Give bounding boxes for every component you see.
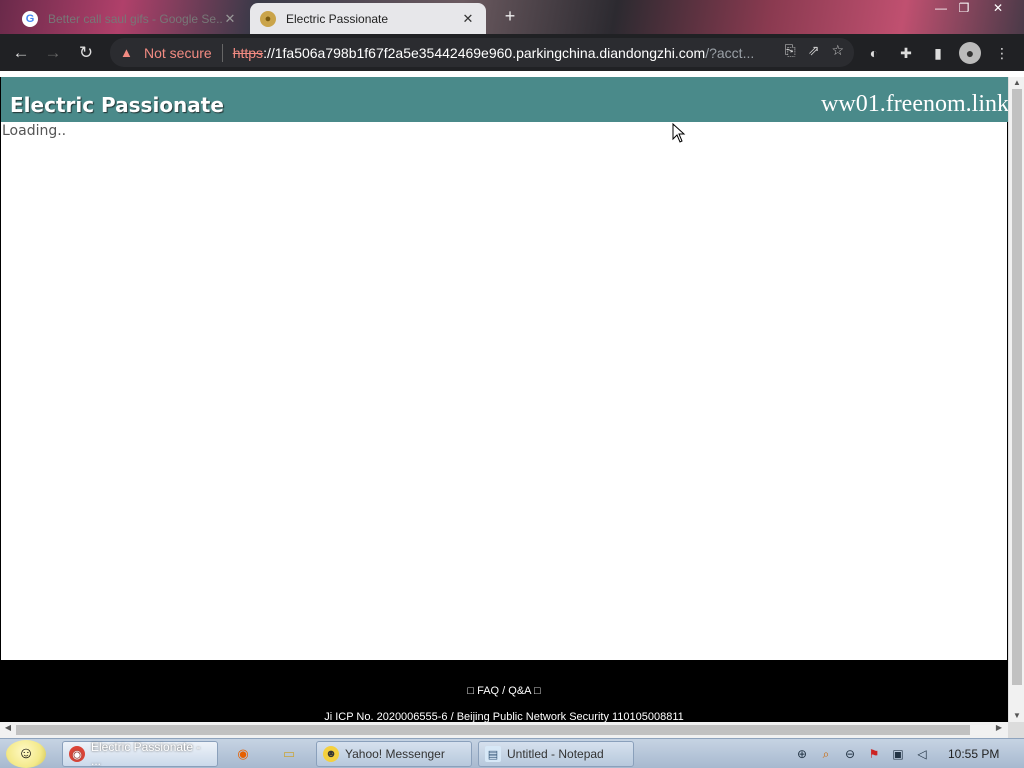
taskbar-item-label: Untitled - Notepad: [507, 747, 604, 761]
restore-icon[interactable]: ❐: [953, 1, 975, 15]
url-path: /?acct...: [705, 44, 755, 61]
close-icon[interactable]: ✕: [222, 11, 238, 27]
address-bar[interactable]: ▲ Not secure https ://1fa506a798b1f67f2a…: [110, 38, 854, 67]
translate-icon[interactable]: ⎘: [785, 42, 796, 59]
page-footer: □ FAQ / Q&A □ Ji ICP No. 2020006555-6 / …: [0, 661, 1008, 724]
site-banner: Electric Passionate ww01.freenom.link: [1, 77, 1009, 122]
tab-google-search[interactable]: G Better call saul gifs - Google Se... ✕: [12, 3, 248, 34]
minimize-icon[interactable]: —: [930, 1, 952, 15]
back-icon[interactable]: ←: [10, 42, 32, 64]
search-magnifier-icon[interactable]: ⌕: [818, 746, 834, 762]
folder-icon[interactable]: ▭: [280, 745, 298, 763]
extensions-puzzle-icon[interactable]: ✚: [895, 42, 917, 64]
profile-avatar-icon[interactable]: ●: [959, 42, 981, 64]
vertical-scrollbar[interactable]: ▲ ▼: [1008, 77, 1024, 724]
taskbar-item-chrome[interactable]: ◉ Electric Passionate - ...: [62, 740, 218, 768]
tab-title: Better call saul gifs - Google Se...: [48, 11, 222, 26]
security-label[interactable]: Not secure: [144, 45, 212, 61]
share-icon[interactable]: ⇗: [808, 42, 820, 59]
url-host: ://1fa506a798b1f67f2a5e35442469e960.park…: [263, 44, 706, 61]
taskbar-item-label: Electric Passionate - ...: [91, 740, 201, 768]
horizontal-scrollbar[interactable]: ◀ ▶: [0, 722, 1008, 738]
clock[interactable]: 10:55 PM: [948, 747, 999, 761]
smiley-icon: ☺: [17, 745, 35, 762]
forward-icon[interactable]: →: [42, 42, 64, 64]
screen: G Better call saul gifs - Google Se... ✕…: [0, 0, 1024, 768]
network-globe-icon[interactable]: ⊕: [794, 746, 810, 762]
minus-circle-icon[interactable]: ⊖: [842, 746, 858, 762]
omnibox-actions: ⎘ ⇗ ☆: [785, 42, 845, 59]
start-button[interactable]: ☺: [6, 740, 46, 768]
warning-icon: ▲: [120, 45, 133, 60]
scroll-up-icon[interactable]: ▲: [1009, 78, 1024, 87]
volume-icon[interactable]: ◁: [914, 746, 930, 762]
menu-kebab-icon[interactable]: ⋮: [991, 42, 1013, 64]
tab-strip: G Better call saul gifs - Google Se... ✕…: [0, 0, 1024, 34]
notepad-icon: ▤: [485, 746, 501, 762]
taskbar-item-yahoo-messenger[interactable]: ☻ Yahoo! Messenger: [316, 741, 472, 767]
tab-title: Electric Passionate: [286, 11, 389, 26]
site-title[interactable]: Electric Passionate: [10, 93, 224, 117]
scrollbar-corner: [1008, 722, 1024, 738]
firefox-icon[interactable]: ◉: [234, 745, 252, 763]
security-alert-icon[interactable]: ⚑: [866, 746, 882, 762]
taskbar-item-notepad[interactable]: ▤ Untitled - Notepad: [478, 741, 634, 767]
extension-flag-icon[interactable]: ◐: [863, 42, 885, 64]
site-domain[interactable]: ww01.freenom.link: [821, 91, 1009, 118]
horizontal-scroll-thumb[interactable]: [16, 725, 970, 735]
taskbar: ☺ ◉ Electric Passionate - ... ◉ ▭ ☻ Yaho…: [0, 738, 1024, 768]
site-favicon-icon: ●: [260, 10, 276, 27]
reload-icon[interactable]: ↻: [75, 42, 97, 64]
page-content: Electric Passionate ww01.freenom.link Lo…: [0, 77, 1009, 661]
close-icon[interactable]: ✕: [460, 11, 476, 27]
bookmark-star-icon[interactable]: ☆: [831, 42, 844, 59]
vertical-scroll-thumb[interactable]: [1012, 89, 1022, 685]
display-icon[interactable]: ▣: [890, 746, 906, 762]
side-panel-icon[interactable]: ▮: [927, 42, 949, 64]
yahoo-messenger-icon: ☻: [323, 746, 339, 762]
scroll-down-icon[interactable]: ▼: [1009, 711, 1024, 720]
window-close-icon[interactable]: ✕: [987, 1, 1009, 15]
url-scheme: https: [232, 44, 264, 61]
faq-link[interactable]: □ FAQ / Q&A □: [0, 685, 1008, 697]
mouse-cursor-icon: [672, 123, 686, 143]
browser-toolbar: ← → ↻ ▲ Not secure https ://1fa506a798b1…: [0, 34, 1024, 71]
new-tab-button[interactable]: +: [500, 6, 520, 26]
loading-text: Loading..: [2, 123, 67, 139]
scroll-right-icon[interactable]: ▶: [992, 723, 1006, 732]
taskbar-item-label: Yahoo! Messenger: [345, 747, 445, 761]
page-viewport: Electric Passionate ww01.freenom.link Lo…: [0, 71, 1024, 724]
google-icon: G: [22, 10, 38, 27]
scroll-left-icon[interactable]: ◀: [1, 723, 15, 732]
tab-electric-passionate[interactable]: ● Electric Passionate ✕: [250, 3, 486, 34]
chrome-icon: ◉: [69, 746, 85, 762]
divider: [221, 43, 223, 62]
